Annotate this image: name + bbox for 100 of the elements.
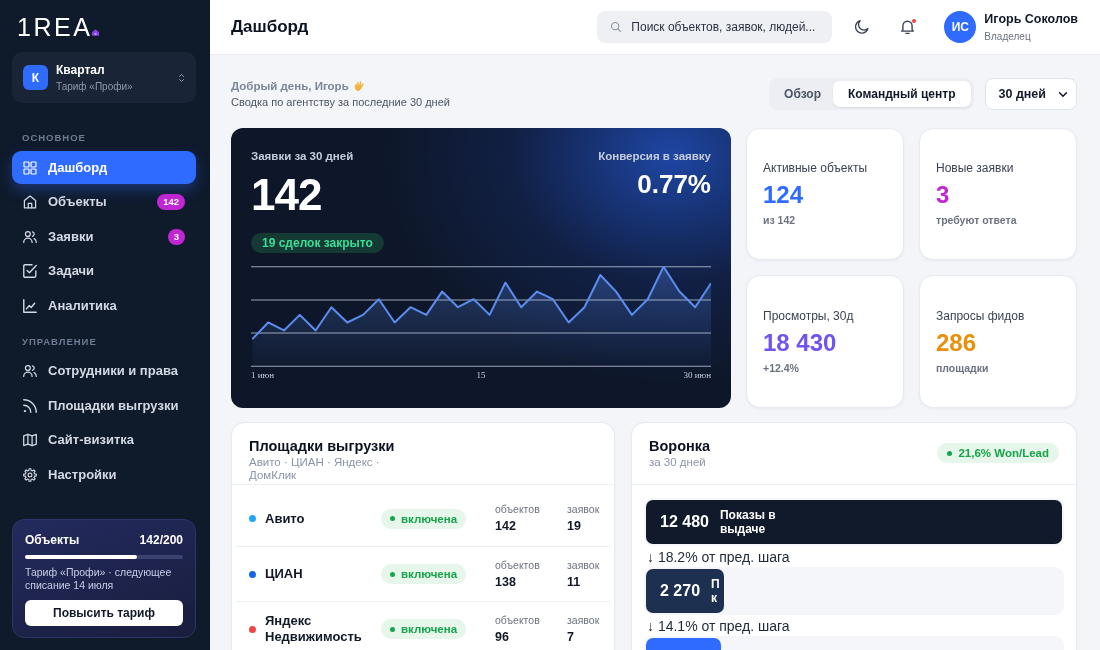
- nav-item[interactable]: Аналитика: [12, 289, 196, 322]
- dot-icon: [947, 450, 953, 456]
- moon-icon[interactable]: [855, 20, 870, 34]
- count-badge: 142: [157, 194, 185, 210]
- rss-icon: [23, 398, 37, 413]
- section-heading: ОСНОВНОЕ: [22, 132, 87, 144]
- workspace-name: Квартал: [56, 62, 106, 77]
- line-chart-icon: [23, 298, 37, 313]
- search-icon: [611, 22, 622, 32]
- funnel-value: 12 480: [660, 512, 709, 532]
- kpi-note: +12.4%: [763, 361, 800, 375]
- nav-item[interactable]: Дашборд: [12, 151, 196, 184]
- kpi-label: Активные объекты: [763, 161, 869, 176]
- funnel-label: П к: [711, 577, 720, 605]
- nav-item[interactable]: Заявки 3: [12, 220, 196, 253]
- stat-value: 138: [495, 573, 517, 590]
- funnel-value: 2 270: [660, 581, 701, 601]
- nav-item[interactable]: Объекты 142: [12, 185, 196, 219]
- view-tab[interactable]: Обзор: [772, 81, 834, 107]
- count-badge: 3: [167, 228, 185, 245]
- card-subtitle: за 30 дней: [649, 456, 707, 469]
- plan-note: Тариф «Профи» · следующее списание 14 июля: [25, 566, 173, 592]
- workspace-plan: Тариф «Профи»: [56, 79, 133, 93]
- axis-label: 15: [476, 370, 486, 380]
- won-lead-rate: 21,6% Won/Lead: [958, 446, 1049, 460]
- stat-label: заявок: [567, 558, 601, 572]
- kpi-value: 124: [763, 181, 805, 209]
- house-icon: [92, 29, 100, 36]
- kpi-label: Просмотры, 30д: [763, 308, 855, 324]
- map-icon: [23, 433, 37, 447]
- step-conversion: ↓ 14.1% от пред. шага: [647, 617, 791, 635]
- stat-value: 7: [567, 628, 575, 645]
- dot-icon: [390, 571, 395, 577]
- chevron-down-icon: [1059, 91, 1067, 97]
- kpi-note: требуют ответа: [936, 214, 1018, 227]
- deals-badge: 19 сделок закрыто: [251, 233, 384, 253]
- platform-name: Яндекс Недвижимость: [265, 613, 363, 645]
- upgrade-button[interactable]: Повысить тариф: [25, 600, 183, 626]
- dot-icon: [390, 626, 395, 632]
- card-title: Площадки выгрузки: [249, 438, 396, 455]
- axis-label: 1 июн: [251, 370, 275, 380]
- platform-name: ЦИАН: [265, 566, 303, 582]
- card-title: Заявки за 30 дней: [251, 149, 355, 163]
- stat-label: заявок: [567, 613, 601, 627]
- user-avatar[interactable]: ИС: [944, 11, 977, 43]
- page-title: Дашборд: [231, 16, 309, 39]
- users-icon: [23, 229, 37, 244]
- nav-item[interactable]: Задачи: [12, 254, 196, 288]
- nav-item[interactable]: Площадки выгрузки: [12, 389, 196, 422]
- card-title: Воронка: [649, 438, 711, 455]
- kpi-label: Новые заявки: [936, 161, 1015, 176]
- grid-icon: [23, 160, 37, 175]
- workspace-switcher[interactable]: К Квартал Тариф «Профи»: [12, 52, 196, 103]
- kpi-value: 3: [936, 181, 951, 209]
- stat-value: 96: [495, 628, 510, 645]
- status-text: включена: [401, 511, 458, 526]
- plan-count: 142/200: [139, 533, 183, 547]
- user-name: Игорь Соколов: [984, 11, 1078, 27]
- stat-value: 11: [567, 573, 582, 590]
- plan-title: Объекты: [25, 533, 80, 547]
- platform-name: Авито: [265, 510, 305, 527]
- funnel-label: Показы в выдаче: [719, 508, 777, 536]
- step-conversion: ↓ 18.2% от пред. шага: [647, 548, 791, 566]
- nav-item[interactable]: Сайт-визитка: [12, 423, 196, 457]
- kpi-value: 18 430: [763, 328, 838, 357]
- checkbox-icon: [23, 264, 37, 278]
- search-field[interactable]: Поиск объектов, заявок, людей...: [597, 11, 833, 43]
- house-icon: [23, 195, 37, 209]
- stat-label: объектов: [495, 613, 541, 627]
- axis-label: 30 июн: [683, 370, 711, 380]
- card-subtitle: Авито · ЦИАН · Яндекс · ДомКлик: [249, 456, 381, 482]
- stat-label: заявок: [567, 503, 601, 516]
- nav-item[interactable]: Сотрудники и права: [12, 354, 196, 388]
- dot-icon: [390, 516, 395, 521]
- leads-total: 142: [251, 173, 323, 217]
- status-text: включена: [401, 622, 458, 636]
- conversion-label: Конверсия в заявку: [598, 149, 711, 163]
- greeting-subtitle: Сводка по агентству за последние 30 дней: [231, 94, 450, 110]
- period-dropdown[interactable]: 30 дней: [984, 78, 1077, 110]
- workspace-avatar: К: [23, 65, 48, 90]
- view-tab[interactable]: Командный центр: [833, 81, 971, 107]
- user-role: Владелец: [984, 29, 1032, 43]
- settings-icon: [23, 467, 37, 482]
- hand-icon: [353, 80, 365, 92]
- conversion-value: 0.77%: [636, 169, 711, 199]
- stat-label: объектов: [495, 503, 541, 516]
- kpi-label: Запросы фидов: [936, 308, 1026, 324]
- section-heading: УПРАВЛЕНИЕ: [22, 335, 98, 348]
- logo-wordmark: 1REA: [17, 15, 93, 39]
- chevron-up-down-icon: [179, 72, 184, 83]
- stat-value: 19: [567, 518, 582, 534]
- bell-icon[interactable]: [901, 19, 915, 35]
- nav-item[interactable]: Настройки: [12, 458, 196, 491]
- greeting-title: Добрый день, Игорь: [231, 78, 349, 94]
- kpi-note: из 142: [763, 214, 797, 227]
- kpi-value: 286: [936, 328, 978, 357]
- kpi-note: площадки: [936, 361, 990, 375]
- users-icon: [23, 364, 37, 378]
- stat-value: 142: [495, 518, 517, 534]
- status-text: включена: [401, 567, 458, 581]
